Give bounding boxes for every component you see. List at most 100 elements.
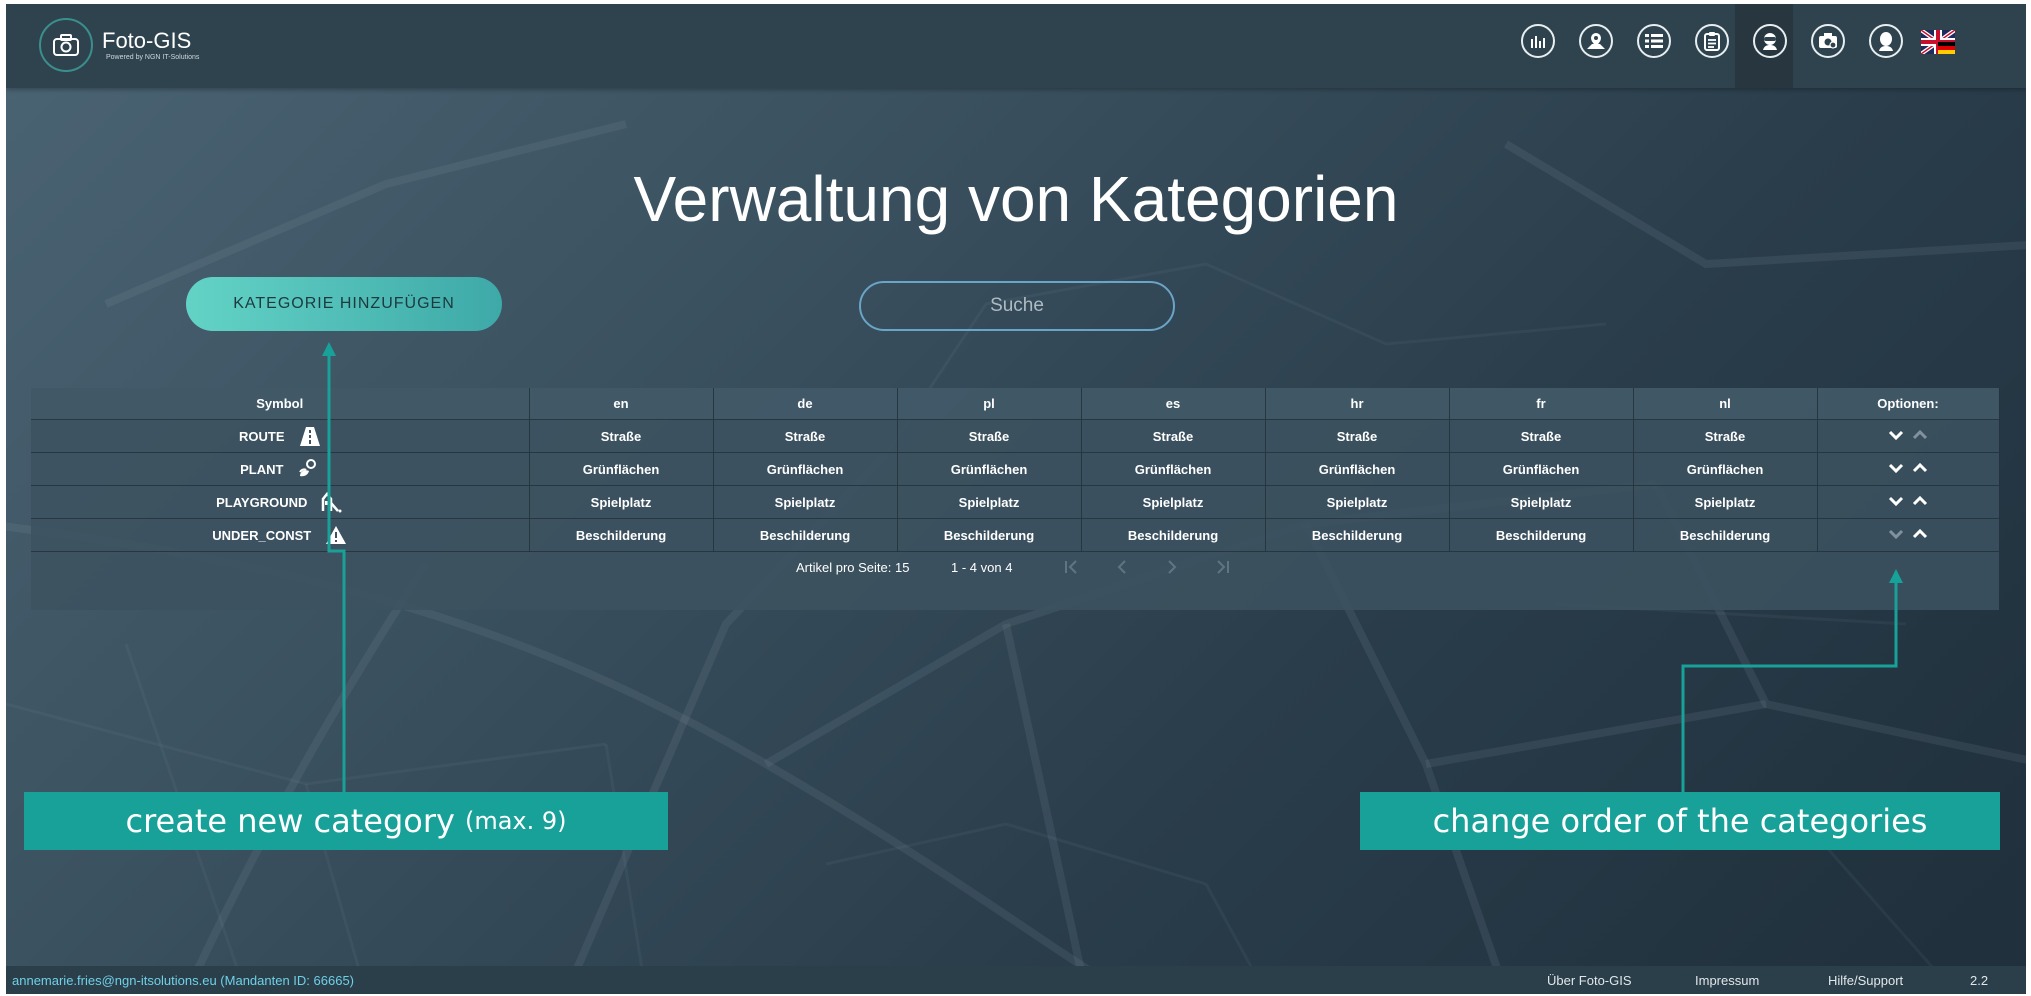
cell-fr: Straße bbox=[1449, 419, 1634, 453]
list-icon[interactable] bbox=[1637, 24, 1671, 58]
cell-es: Grünflächen bbox=[1081, 452, 1266, 486]
road-icon bbox=[299, 427, 320, 446]
profile-icon[interactable] bbox=[1869, 24, 1903, 58]
cell-pl: Grünflächen bbox=[897, 452, 1082, 486]
app-logo-title: Foto-GIS bbox=[102, 28, 192, 53]
options-cell bbox=[1817, 452, 2000, 486]
statistics-icon[interactable] bbox=[1521, 24, 1555, 58]
create-category-annotation: create new category (max. 9) bbox=[24, 792, 668, 850]
cell-en: Spielplatz bbox=[529, 485, 714, 519]
items-per-page-label[interactable]: Artikel pro Seite: 15 bbox=[796, 560, 909, 575]
cell-hr: Spielplatz bbox=[1265, 485, 1450, 519]
app-window: Foto-GIS Powered by NGN IT-Solutions Ver… bbox=[6, 4, 2026, 994]
table-row[interactable]: UNDER_CONST Beschilderung Beschilderung … bbox=[31, 518, 2000, 552]
cell-en: Beschilderung bbox=[529, 518, 714, 552]
symbol-cell: ROUTE bbox=[31, 419, 530, 453]
playground-icon bbox=[322, 491, 342, 513]
cell-es: Beschilderung bbox=[1081, 518, 1266, 552]
move-up-icon[interactable] bbox=[1912, 462, 1928, 474]
map-photo-icon[interactable] bbox=[1579, 24, 1613, 58]
symbol-cell: UNDER_CONST bbox=[31, 518, 530, 552]
construction-icon bbox=[326, 526, 347, 544]
footer: annemarie.fries@ngn-itsolutions.eu (Mand… bbox=[6, 966, 2026, 994]
camera-logo-icon[interactable] bbox=[39, 18, 93, 72]
footer-version: 2.2 bbox=[1970, 973, 1989, 988]
footer-help-link[interactable]: Hilfe/Support bbox=[1828, 973, 1903, 988]
first-page-icon[interactable] bbox=[1061, 556, 1083, 578]
create-category-annotation-text: create new category bbox=[125, 802, 455, 840]
flag-de-uk-icon[interactable] bbox=[1921, 30, 1955, 54]
move-down-icon[interactable] bbox=[1888, 495, 1904, 507]
move-down-icon[interactable] bbox=[1888, 528, 1904, 540]
column-header-de[interactable]: de bbox=[713, 388, 898, 420]
options-cell bbox=[1817, 518, 2000, 552]
table-row[interactable]: PLANT Grünflächen Grünflächen Grünfläche… bbox=[31, 452, 2000, 486]
cell-nl: Grünflächen bbox=[1633, 452, 1818, 486]
symbol-label: ROUTE bbox=[239, 428, 285, 444]
move-up-icon[interactable] bbox=[1912, 528, 1928, 540]
column-header-options: Optionen: bbox=[1817, 388, 2000, 420]
symbol-cell: PLAYGROUND bbox=[31, 485, 530, 519]
page-range-label: 1 - 4 von 4 bbox=[951, 560, 1013, 575]
previous-page-icon[interactable] bbox=[1111, 556, 1133, 578]
cell-nl: Spielplatz bbox=[1633, 485, 1818, 519]
footer-about-link[interactable]: Über Foto-GIS bbox=[1547, 973, 1632, 988]
max-categories-annotation-text: (max. 9) bbox=[464, 807, 567, 835]
column-header-pl[interactable]: pl bbox=[897, 388, 1082, 420]
cell-pl: Beschilderung bbox=[897, 518, 1082, 552]
next-page-icon[interactable] bbox=[1161, 556, 1183, 578]
move-up-icon[interactable] bbox=[1912, 429, 1928, 441]
camera-settings-icon[interactable] bbox=[1811, 24, 1845, 58]
column-header-es[interactable]: es bbox=[1081, 388, 1266, 420]
search-input[interactable] bbox=[859, 281, 1175, 331]
clipboard-icon[interactable] bbox=[1695, 24, 1729, 58]
table-row[interactable]: ROUTE Straße Straße Straße Straße Straße… bbox=[31, 419, 2000, 453]
symbol-label: PLAYGROUND bbox=[216, 494, 308, 510]
move-up-icon[interactable] bbox=[1912, 495, 1928, 507]
footer-impressum-link[interactable]: Impressum bbox=[1695, 973, 1759, 988]
table-header-row: Symbol en de pl es hr fr nl Optionen: bbox=[31, 388, 2000, 420]
column-header-en[interactable]: en bbox=[529, 388, 714, 420]
column-header-fr[interactable]: fr bbox=[1449, 388, 1634, 420]
cell-en: Straße bbox=[529, 419, 714, 453]
cell-nl: Straße bbox=[1633, 419, 1818, 453]
last-page-icon[interactable] bbox=[1211, 556, 1233, 578]
cell-es: Straße bbox=[1081, 419, 1266, 453]
cell-en: Grünflächen bbox=[529, 452, 714, 486]
options-cell bbox=[1817, 419, 2000, 453]
paginator: Artikel pro Seite: 15 1 - 4 von 4 bbox=[31, 548, 1999, 588]
change-order-annotation-text: change order of the categories bbox=[1432, 802, 1928, 840]
symbol-label: PLANT bbox=[240, 461, 284, 477]
symbol-cell: PLANT bbox=[31, 452, 530, 486]
cell-fr: Beschilderung bbox=[1449, 518, 1634, 552]
cell-de: Beschilderung bbox=[713, 518, 898, 552]
cell-hr: Straße bbox=[1265, 419, 1450, 453]
cell-de: Grünflächen bbox=[713, 452, 898, 486]
table-row[interactable]: PLAYGROUND Spielplatz Spielplatz Spielpl… bbox=[31, 485, 2000, 519]
cell-fr: Grünflächen bbox=[1449, 452, 1634, 486]
cell-pl: Spielplatz bbox=[897, 485, 1082, 519]
add-category-button[interactable]: KATEGORIE HINZUFÜGEN bbox=[186, 277, 502, 331]
column-header-hr[interactable]: hr bbox=[1265, 388, 1450, 420]
column-header-symbol[interactable]: Symbol bbox=[31, 388, 530, 420]
app-logo-subtitle: Powered by NGN IT-Solutions bbox=[106, 54, 200, 61]
footer-user-info: annemarie.fries@ngn-itsolutions.eu (Mand… bbox=[12, 973, 354, 988]
cell-nl: Beschilderung bbox=[1633, 518, 1818, 552]
cell-fr: Spielplatz bbox=[1449, 485, 1634, 519]
cell-pl: Straße bbox=[897, 419, 1082, 453]
cell-de: Spielplatz bbox=[713, 485, 898, 519]
options-cell bbox=[1817, 485, 2000, 519]
move-down-icon[interactable] bbox=[1888, 429, 1904, 441]
symbol-label: UNDER_CONST bbox=[212, 527, 312, 543]
plant-icon bbox=[299, 459, 317, 477]
move-down-icon[interactable] bbox=[1888, 462, 1904, 474]
cell-hr: Grünflächen bbox=[1265, 452, 1450, 486]
user-management-icon[interactable] bbox=[1753, 24, 1787, 58]
page-title: Verwaltung von Kategorien bbox=[633, 163, 1399, 235]
categories-table: Symbol en de pl es hr fr nl Optionen: RO… bbox=[31, 388, 2000, 610]
cell-es: Spielplatz bbox=[1081, 485, 1266, 519]
cell-hr: Beschilderung bbox=[1265, 518, 1450, 552]
cell-de: Straße bbox=[713, 419, 898, 453]
top-navigation-bar: Foto-GIS Powered by NGN IT-Solutions bbox=[6, 4, 2026, 88]
column-header-nl[interactable]: nl bbox=[1633, 388, 1818, 420]
